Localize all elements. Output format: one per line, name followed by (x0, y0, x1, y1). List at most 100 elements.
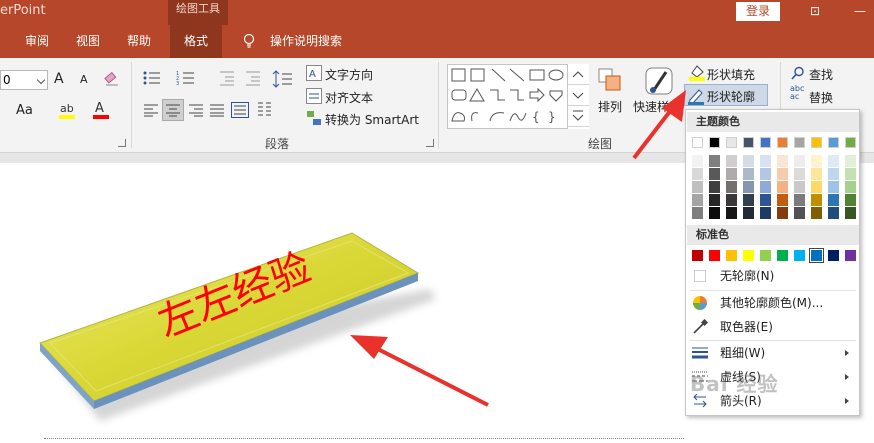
numbering-icon[interactable]: 1 2 3 (176, 70, 196, 86)
arrange-button[interactable]: 排列 (598, 98, 622, 115)
shape-gallery-scroller[interactable] (567, 64, 589, 129)
increase-indent-icon[interactable] (244, 70, 262, 86)
theme-shade-swatch[interactable] (692, 155, 703, 167)
more-outline-colors-item[interactable]: 其他轮廓颜色(M)... (687, 291, 859, 315)
highlight-icon[interactable]: ab (58, 100, 78, 120)
tell-me-search[interactable]: 操作说明搜索 (270, 25, 342, 58)
smartart-icon[interactable] (306, 110, 322, 126)
align-left-icon[interactable] (143, 103, 159, 117)
theme-shade-swatch[interactable] (760, 155, 771, 167)
theme-shade-swatch[interactable] (743, 181, 754, 193)
standard-color-swatch[interactable] (777, 250, 788, 261)
theme-shade-swatch[interactable] (777, 194, 788, 206)
shape-fill-button[interactable]: 形状填充 (707, 66, 755, 83)
bullets-icon[interactable] (142, 70, 162, 86)
theme-shade-swatch[interactable] (777, 155, 788, 167)
theme-shade-swatch[interactable] (743, 155, 754, 167)
font-color-icon[interactable]: A (92, 100, 110, 120)
align-right-icon[interactable] (188, 103, 204, 117)
tab-review[interactable]: 审阅 (25, 25, 49, 58)
theme-shade-swatch[interactable] (709, 194, 720, 206)
theme-shade-swatch[interactable] (743, 207, 754, 219)
font-dialog-launcher[interactable] (118, 139, 126, 147)
standard-color-swatch[interactable] (743, 250, 754, 261)
theme-shade-swatch[interactable] (726, 181, 737, 193)
theme-shade-swatch[interactable] (692, 181, 703, 193)
theme-shade-swatch[interactable] (845, 207, 856, 219)
theme-shade-swatch[interactable] (692, 207, 703, 219)
align-text-button[interactable]: 对齐文本 (325, 89, 373, 106)
restore-icon[interactable]: ⊡ (795, 0, 835, 25)
theme-shade-swatch[interactable] (709, 207, 720, 219)
gallery-scroll-down[interactable] (568, 85, 589, 106)
theme-shade-swatch[interactable] (726, 194, 737, 206)
smartart-button[interactable]: 转换为 SmartArt (325, 111, 419, 128)
theme-shade-swatch[interactable] (692, 194, 703, 206)
tab-view[interactable]: 视图 (76, 25, 100, 58)
theme-color-swatch[interactable] (726, 137, 737, 148)
theme-shade-swatch[interactable] (726, 207, 737, 219)
theme-shade-swatch[interactable] (794, 168, 805, 180)
theme-shade-swatch[interactable] (828, 207, 839, 219)
theme-shade-swatch[interactable] (709, 168, 720, 180)
theme-shade-swatch[interactable] (726, 155, 737, 167)
change-case-button[interactable]: Aa (16, 103, 33, 118)
grow-font-button[interactable]: A (54, 71, 64, 87)
theme-shade-swatch[interactable] (743, 168, 754, 180)
theme-shade-swatch[interactable] (811, 194, 822, 206)
login-button[interactable]: 登录 (736, 2, 780, 21)
theme-shade-swatch[interactable] (811, 181, 822, 193)
theme-shade-swatch[interactable] (726, 168, 737, 180)
replace-icon[interactable]: abc ac (790, 85, 804, 101)
font-size-box[interactable]: 0 (0, 70, 48, 90)
theme-color-swatch[interactable] (811, 137, 822, 148)
theme-color-swatch[interactable] (777, 137, 788, 148)
eyedropper-item[interactable]: 取色器(E) (687, 315, 859, 339)
standard-color-swatch[interactable] (709, 250, 720, 261)
theme-shade-swatch[interactable] (845, 181, 856, 193)
standard-color-swatch[interactable] (692, 250, 703, 261)
decrease-indent-icon[interactable] (218, 70, 236, 86)
standard-color-swatch[interactable] (794, 250, 805, 261)
theme-shade-swatch[interactable] (709, 155, 720, 167)
align-center-button[interactable] (162, 99, 184, 121)
columns-icon[interactable] (256, 100, 274, 120)
shrink-font-button[interactable]: A (80, 73, 88, 86)
standard-color-swatch[interactable] (760, 250, 771, 261)
distributed-icon[interactable] (231, 102, 249, 118)
theme-shade-swatch[interactable] (828, 194, 839, 206)
theme-shade-swatch[interactable] (794, 207, 805, 219)
theme-shade-swatch[interactable] (794, 194, 805, 206)
replace-button[interactable]: 替换 (809, 89, 833, 106)
theme-shade-swatch[interactable] (760, 181, 771, 193)
standard-color-swatch[interactable] (828, 250, 839, 261)
theme-shade-swatch[interactable] (794, 155, 805, 167)
shape-fill-icon[interactable] (688, 63, 706, 81)
theme-shade-swatch[interactable] (811, 207, 822, 219)
theme-shade-swatch[interactable] (845, 194, 856, 206)
standard-color-swatch[interactable] (845, 250, 856, 261)
tab-help[interactable]: 帮助 (127, 25, 151, 58)
theme-shade-swatch[interactable] (760, 194, 771, 206)
gallery-scroll-up[interactable] (568, 64, 589, 85)
gallery-expand[interactable] (568, 106, 589, 127)
theme-color-swatch[interactable] (760, 137, 771, 148)
minimize-icon[interactable]: — (840, 0, 874, 25)
clear-format-icon[interactable] (104, 71, 120, 87)
weight-item[interactable]: 粗细(W) (687, 341, 859, 365)
theme-shade-swatch[interactable] (760, 207, 771, 219)
theme-color-swatch[interactable] (709, 137, 720, 148)
find-button[interactable]: 查找 (809, 66, 833, 83)
theme-shade-swatch[interactable] (777, 181, 788, 193)
theme-shade-swatch[interactable] (777, 207, 788, 219)
theme-shade-swatch[interactable] (692, 168, 703, 180)
theme-shade-swatch[interactable] (828, 155, 839, 167)
theme-shade-swatch[interactable] (777, 168, 788, 180)
theme-shade-swatch[interactable] (828, 168, 839, 180)
theme-shade-swatch[interactable] (845, 155, 856, 167)
paragraph-dialog-launcher[interactable] (426, 139, 434, 147)
tab-format[interactable]: 格式 (170, 25, 223, 58)
text-direction-icon[interactable]: A (306, 65, 322, 81)
theme-color-swatch[interactable] (828, 137, 839, 148)
theme-shade-swatch[interactable] (828, 181, 839, 193)
